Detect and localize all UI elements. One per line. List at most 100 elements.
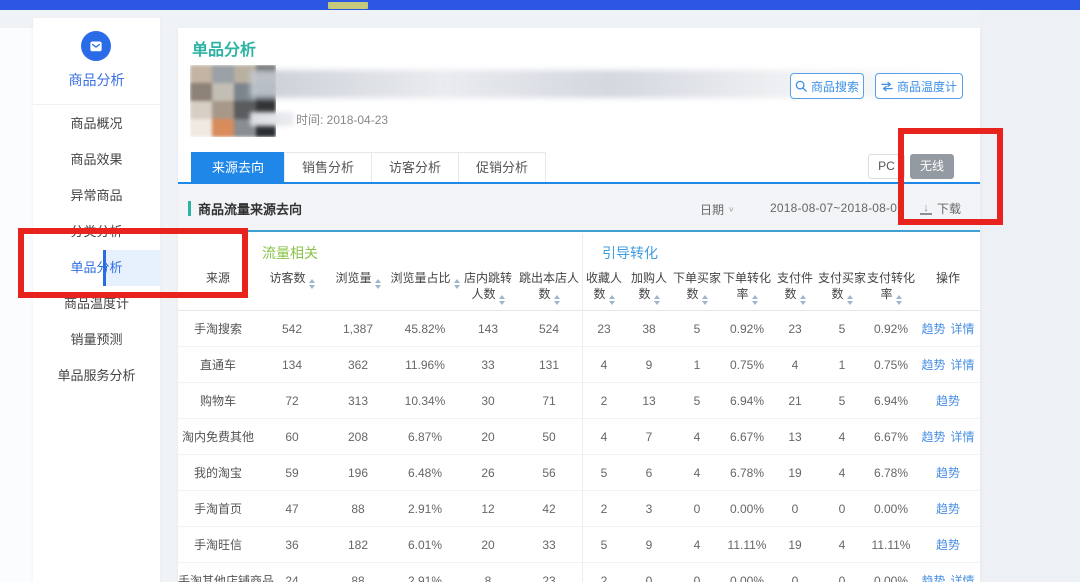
sort-icon[interactable]: [454, 279, 460, 289]
sidebar-item-label: 商品温度计: [64, 296, 129, 311]
value-cell: 2.91%: [390, 502, 460, 516]
column-header-9[interactable]: 下单转化率: [722, 267, 772, 305]
tab-1[interactable]: 销售分析: [284, 152, 372, 182]
device-toggle-inactive[interactable]: PC: [868, 154, 905, 179]
column-header-4[interactable]: 店内跳转人数: [460, 267, 516, 305]
column-header-8[interactable]: 下单买家数: [672, 267, 722, 305]
download-button[interactable]: ↓ 下载: [920, 200, 961, 217]
column-header-6[interactable]: 收藏人数: [582, 267, 626, 305]
detail-link[interactable]: 详情: [951, 322, 975, 336]
scrollbar-thumb[interactable]: [328, 2, 368, 9]
trend-link[interactable]: 趋势: [921, 430, 945, 444]
sidebar-item-2[interactable]: 异常商品: [33, 178, 160, 214]
trend-link[interactable]: 趋势: [921, 358, 945, 372]
value-cell: 6.67%: [722, 430, 772, 444]
value-cell: 0.00%: [866, 574, 916, 582]
value-cell: 0.92%: [722, 322, 772, 336]
tab-0-active[interactable]: 来源去向: [191, 152, 285, 182]
sidebar-item-4-active[interactable]: 单品分析: [33, 250, 160, 286]
value-cell: 4: [818, 466, 866, 480]
value-cell: 2: [582, 502, 626, 516]
sort-icon[interactable]: [375, 279, 381, 289]
sort-icon[interactable]: [309, 279, 315, 289]
sidebar-item-1[interactable]: 商品效果: [33, 142, 160, 178]
value-cell: 33: [516, 538, 582, 552]
column-header-3[interactable]: 浏览量占比: [390, 267, 460, 305]
product-search-button[interactable]: 商品搜索: [790, 73, 864, 99]
sort-icon[interactable]: [896, 295, 902, 305]
product-thermometer-button[interactable]: 商品温度计: [875, 73, 963, 99]
value-cell: 42: [516, 502, 582, 516]
sort-icon[interactable]: [847, 295, 853, 305]
tab-3[interactable]: 促销分析: [458, 152, 546, 182]
value-cell: 182: [326, 538, 390, 552]
detail-link[interactable]: 详情: [951, 574, 975, 582]
value-cell: 10.34%: [390, 394, 460, 408]
sort-icon[interactable]: [654, 295, 660, 305]
trend-link[interactable]: 趋势: [921, 322, 945, 336]
trend-link[interactable]: 趋势: [936, 538, 960, 552]
value-cell: 196: [326, 466, 390, 480]
value-cell: 56: [516, 466, 582, 480]
search-icon: [795, 80, 807, 92]
sidebar-item-6[interactable]: 销量预测: [33, 322, 160, 358]
sort-icon[interactable]: [702, 295, 708, 305]
table-row: 购物车7231310.34%307121356.94%2156.94%趋势: [178, 383, 980, 419]
value-cell: 11.96%: [390, 358, 460, 372]
action-cell: 趋势: [916, 464, 980, 481]
page: 商品分析 商品概况商品效果异常商品分类分析单品分析商品温度计销量预测单品服务分析…: [0, 0, 1080, 582]
source-cell: 购物车: [178, 392, 258, 409]
sidebar-item-7[interactable]: 单品服务分析: [33, 358, 160, 394]
value-cell: 23: [582, 322, 626, 336]
column-header-0: 来源: [178, 267, 258, 305]
sort-icon[interactable]: [752, 295, 758, 305]
column-header-5[interactable]: 跳出本店人数: [516, 267, 582, 305]
value-cell: 208: [326, 430, 390, 444]
column-header-1[interactable]: 访客数: [258, 267, 326, 305]
sidebar-item-label: 商品效果: [70, 152, 122, 167]
sidebar-header: 商品分析: [33, 18, 160, 105]
value-cell: 6.67%: [866, 430, 916, 444]
detail-link[interactable]: 详情: [951, 358, 975, 372]
analysis-tabs: 来源去向销售分析访客分析促销分析: [192, 152, 546, 182]
device-toggle-active[interactable]: 无线: [910, 154, 954, 179]
detail-link[interactable]: 详情: [951, 430, 975, 444]
sidebar-item-5[interactable]: 商品温度计: [33, 286, 160, 322]
column-header-7[interactable]: 加购人数: [626, 267, 672, 305]
trend-link[interactable]: 趋势: [936, 394, 960, 408]
sort-icon[interactable]: [800, 295, 806, 305]
product-release-date: 时间: 2018-04-23: [250, 111, 388, 127]
value-cell: 0: [626, 574, 672, 582]
sort-icon[interactable]: [609, 295, 615, 305]
main-panel: 单品分析 时间: 2018-04-23 商品搜索 商品温度计 来源去向销售分析访…: [178, 28, 980, 582]
column-header-label: 下单买家数: [673, 271, 721, 301]
sort-icon[interactable]: [499, 295, 505, 305]
sort-icon[interactable]: [554, 295, 560, 305]
source-cell: 手淘搜索: [178, 320, 258, 337]
value-cell: 23: [516, 574, 582, 582]
table-row: 我的淘宝591966.48%26565646.78%1946.78%趋势: [178, 455, 980, 491]
table-row: 手淘搜索5421,38745.82%143524233850.92%2350.9…: [178, 311, 980, 347]
tab-2[interactable]: 访客分析: [371, 152, 459, 182]
sidebar-item-label: 商品概况: [70, 116, 122, 131]
column-header-10[interactable]: 支付件数: [772, 267, 818, 305]
sidebar-item-3[interactable]: 分类分析: [33, 214, 160, 250]
value-cell: 0: [772, 502, 818, 516]
value-cell: 0: [772, 574, 818, 582]
column-header-11[interactable]: 支付买家数: [818, 267, 866, 305]
value-cell: 2.91%: [390, 574, 460, 582]
column-header-2[interactable]: 浏览量: [326, 267, 390, 305]
column-header-label: 来源: [206, 271, 230, 285]
column-header-13: 操作: [916, 267, 980, 305]
sidebar-item-0[interactable]: 商品概况: [33, 106, 160, 142]
page-title: 单品分析: [192, 36, 256, 60]
section-title: 商品流量来源去向: [188, 199, 302, 218]
trend-link[interactable]: 趋势: [936, 466, 960, 480]
column-header-12[interactable]: 支付转化率: [866, 267, 916, 305]
value-cell: 45.82%: [390, 322, 460, 336]
value-cell: 5: [818, 322, 866, 336]
date-filter-dropdown[interactable]: 日期 ∨: [700, 201, 735, 218]
value-cell: 19: [772, 466, 818, 480]
trend-link[interactable]: 趋势: [936, 502, 960, 516]
trend-link[interactable]: 趋势: [921, 574, 945, 582]
